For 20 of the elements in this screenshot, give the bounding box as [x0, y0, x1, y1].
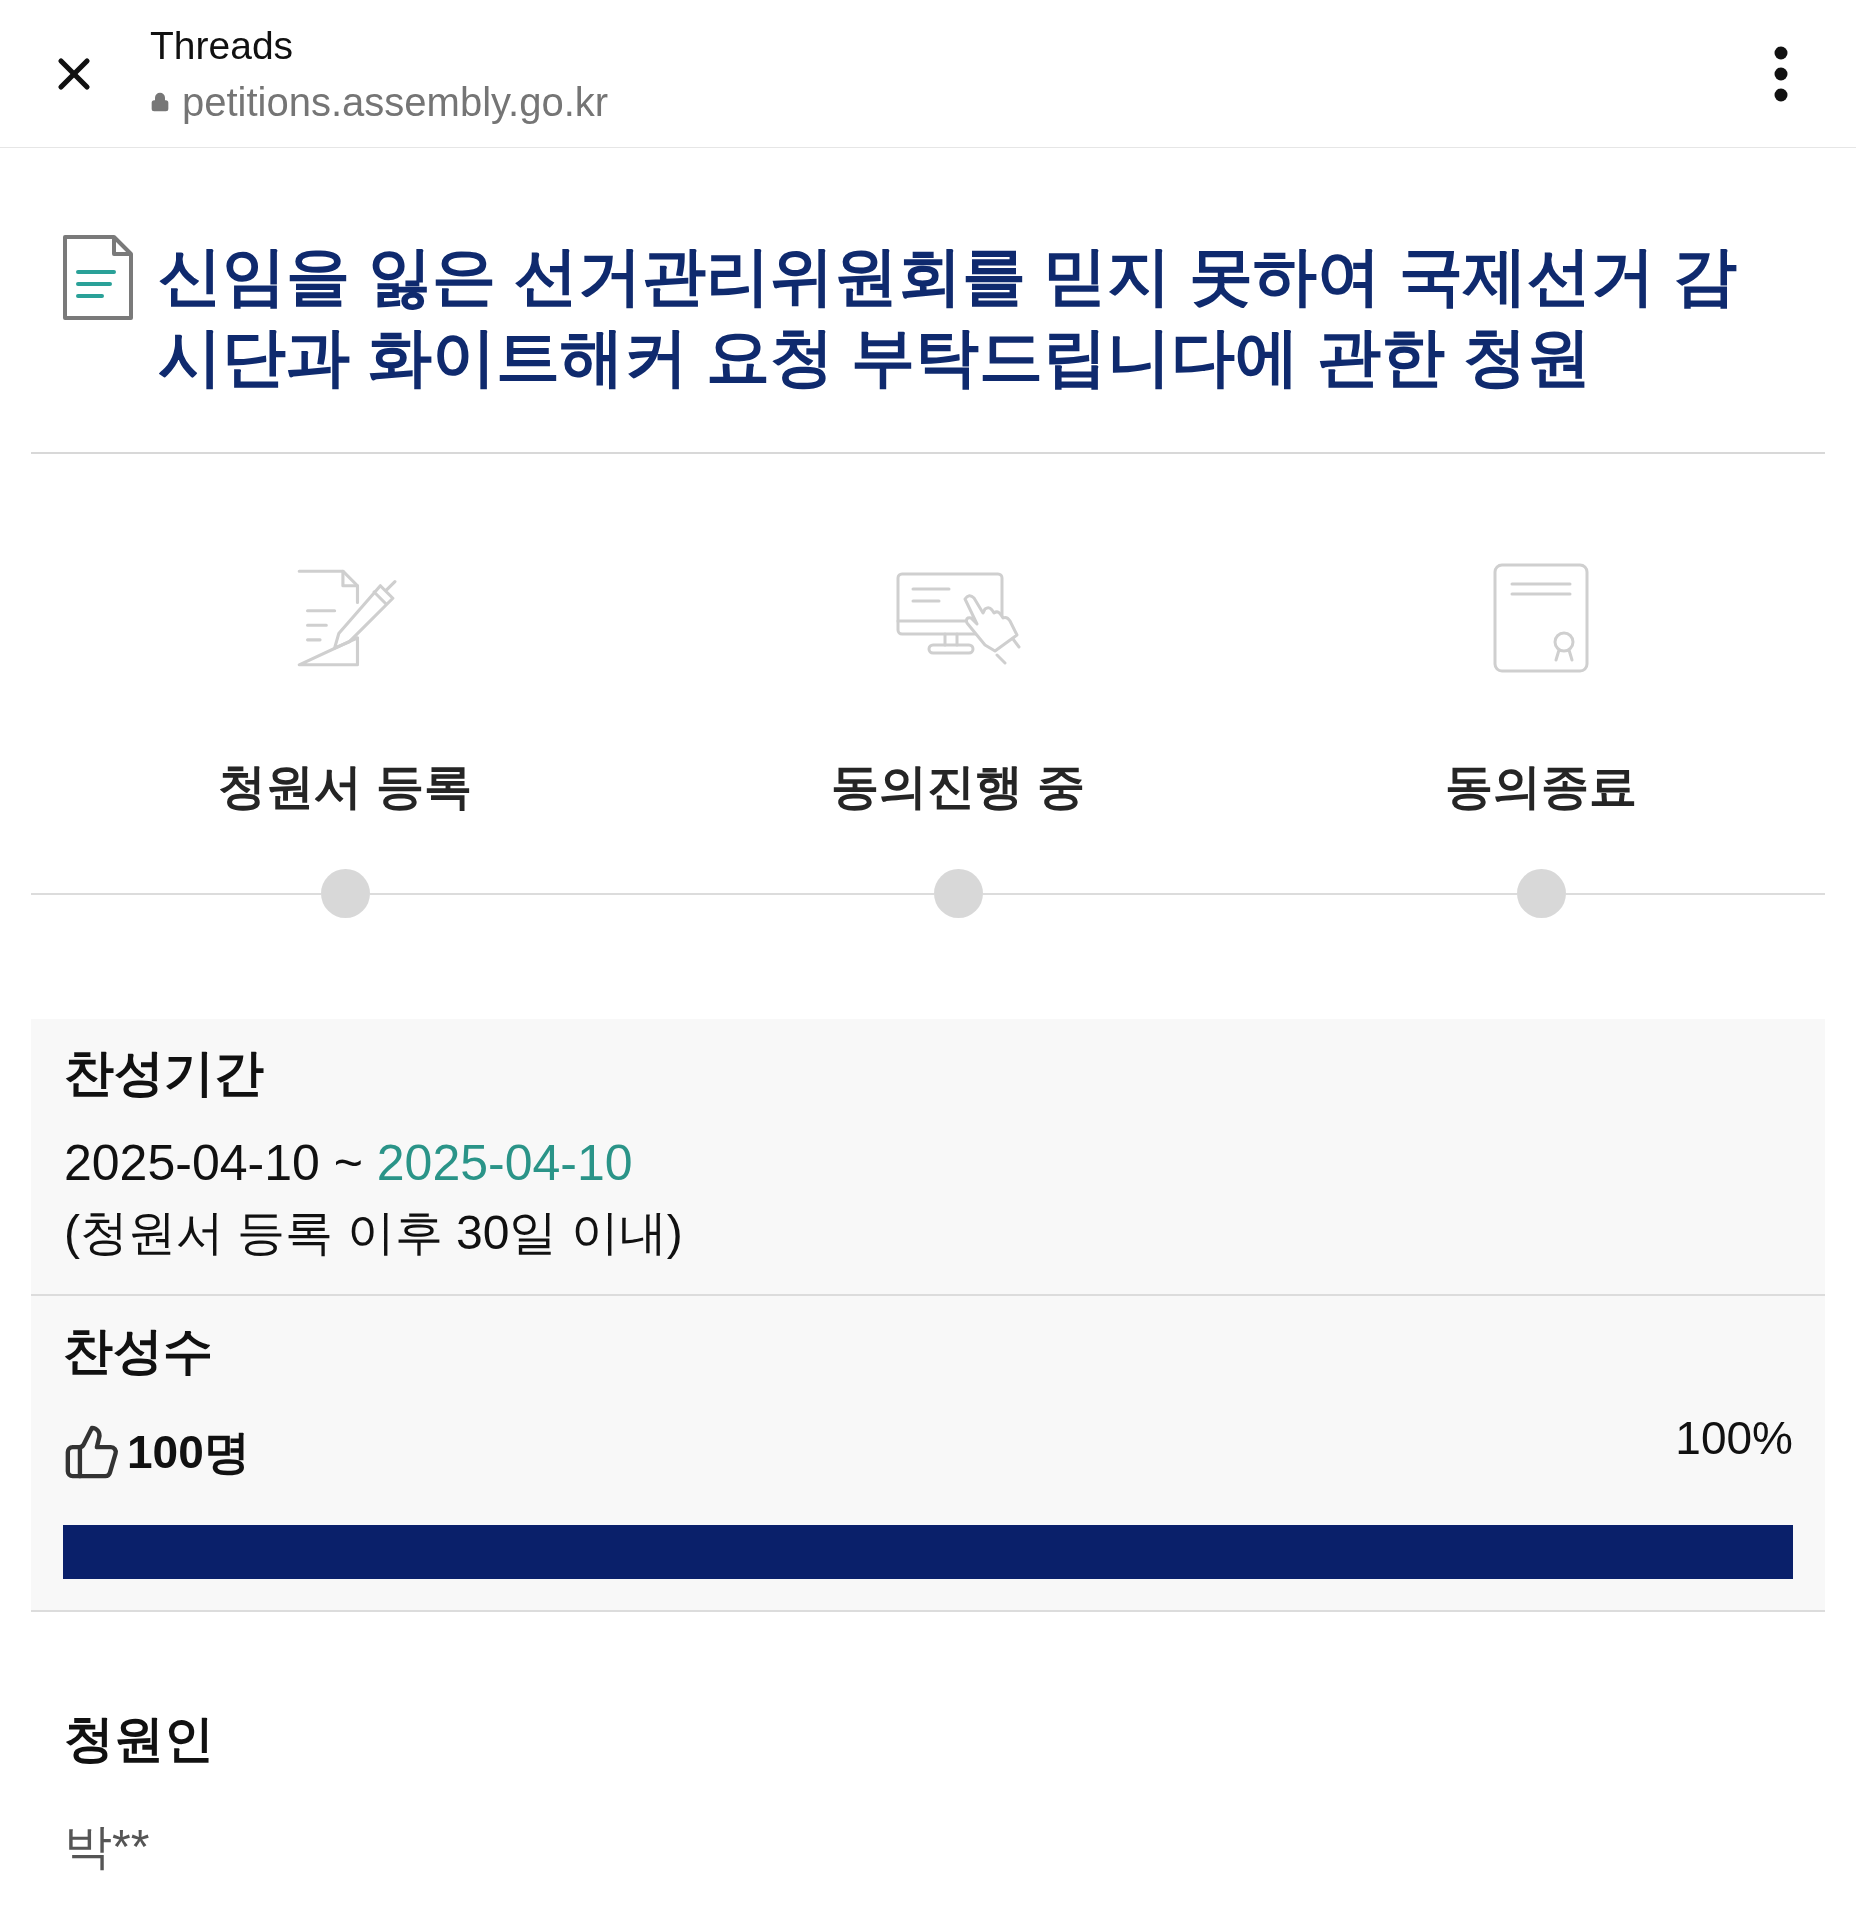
period-heading: 찬성기간 — [64, 1044, 264, 1103]
page-url: petitions.assembly.go.kr — [182, 78, 609, 126]
thumbs-up-icon — [63, 1423, 121, 1481]
step-label: 동의종료 — [1445, 759, 1637, 815]
vote-count: 100명 — [127, 1425, 250, 1480]
step-label: 청원서 등록 — [218, 759, 472, 815]
votes-heading: 찬성수 — [63, 1322, 213, 1381]
lock-icon — [150, 91, 170, 112]
page-title: Threads — [150, 22, 295, 69]
petitioner-heading: 청원인 — [64, 1710, 214, 1769]
vote-percent: 100% — [1675, 1411, 1793, 1466]
petition-title: 신임을 잃은 선거관리위원회를 믿지 못하여 국제선거 감시단과 화이트해커 요청 부탁드립니다에 관한 청원 — [158, 239, 1738, 395]
step-label: 동의진행 중 — [831, 759, 1085, 815]
document-icon — [62, 234, 134, 321]
more-icon — [1774, 45, 1788, 102]
monitor-hand-icon — [894, 571, 1022, 665]
period-note: (청원서 등록 이후 30일 이내) — [64, 1205, 683, 1261]
petitioner-name: 박** — [64, 1819, 150, 1875]
certificate-icon — [1492, 562, 1590, 674]
date-range: 2025-04-10 ~ 2025-04-10 — [64, 1134, 633, 1193]
